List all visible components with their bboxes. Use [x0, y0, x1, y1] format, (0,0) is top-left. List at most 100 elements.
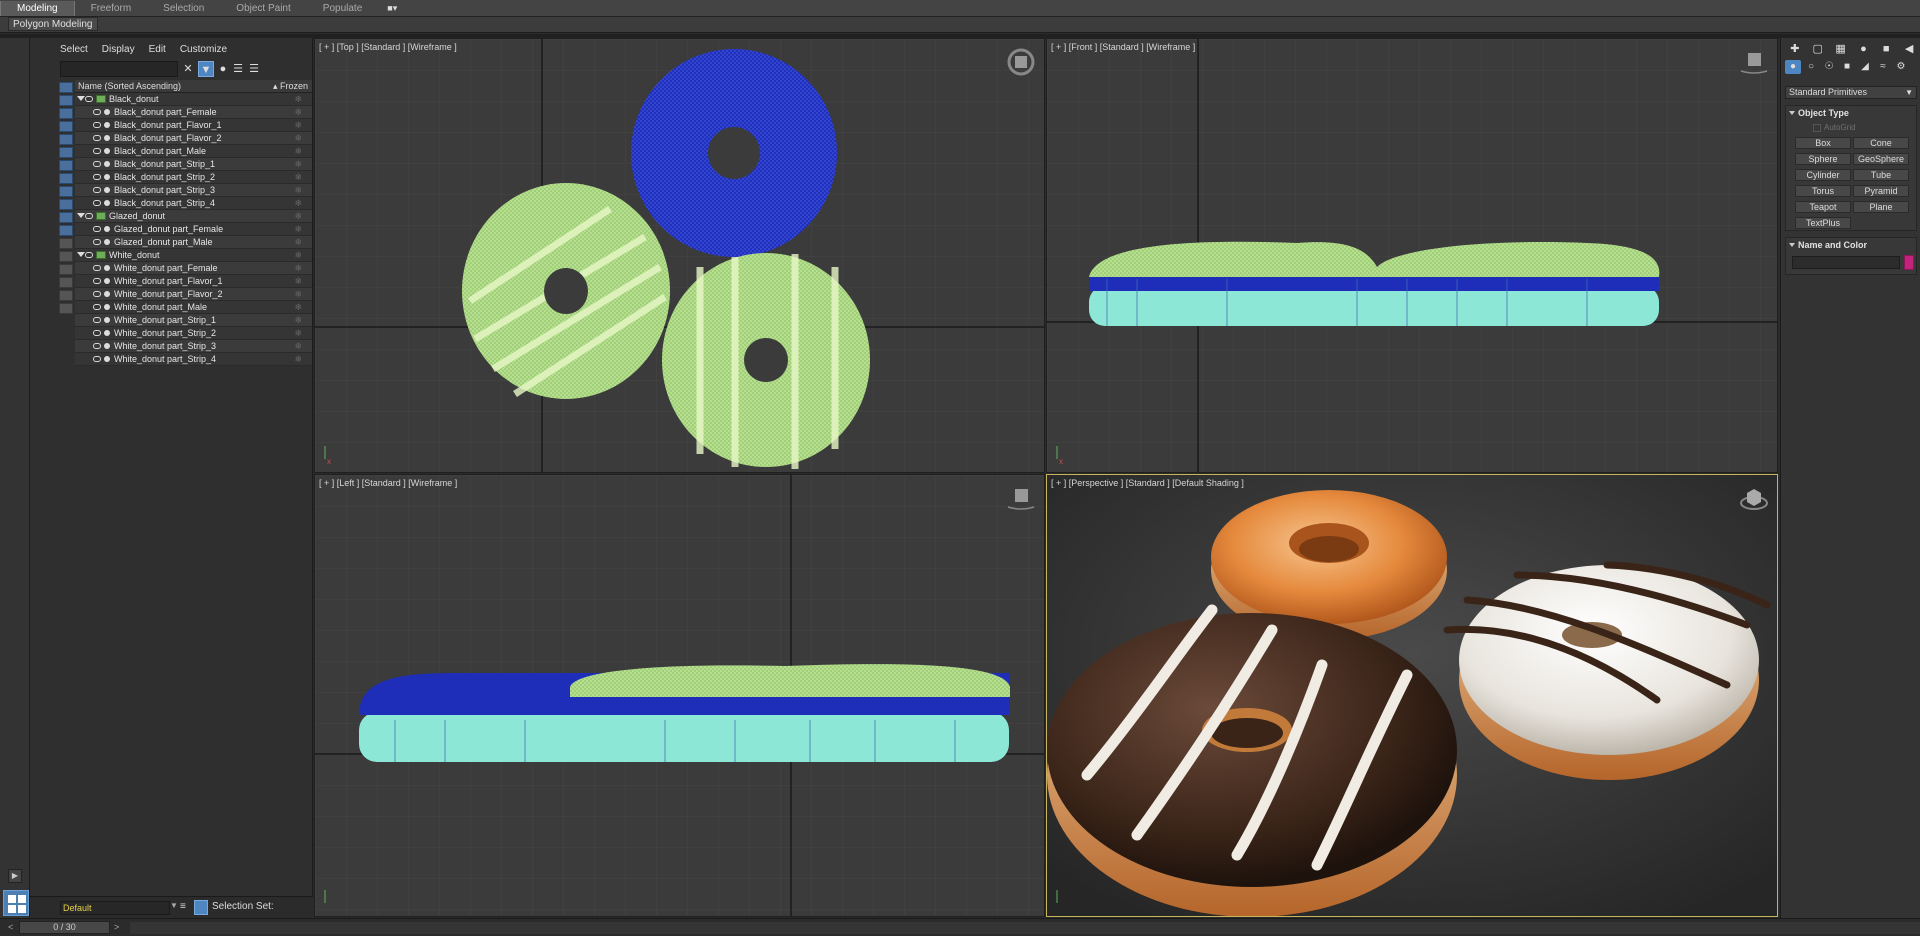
tree-child-row[interactable]: White_donut part_Strip_3 ❄ [75, 340, 312, 353]
layer-hierarchy-icon[interactable]: ☰ [246, 61, 262, 77]
freeze-toggle-icon[interactable]: ❄ [294, 172, 302, 183]
column-frozen-header[interactable]: ▴ Frozen [273, 80, 308, 93]
geosphere-button[interactable]: GeoSphere [1853, 153, 1909, 165]
tree-child-row[interactable]: Black_donut part_Flavor_2 ❄ [75, 132, 312, 145]
tree-child-row[interactable]: White_donut part_Strip_1 ❄ [75, 314, 312, 327]
freeze-toggle-icon[interactable]: ❄ [294, 250, 302, 261]
tree-child-row[interactable]: White_donut part_Male ❄ [75, 301, 312, 314]
viewport-front[interactable]: [ + ] [Front ] [Standard ] [Wireframe ] … [1046, 38, 1778, 473]
tree-group-row[interactable]: White_donut ❄ [75, 249, 312, 262]
helpers-category-icon[interactable]: ◢ [1857, 60, 1873, 74]
freeze-toggle-icon[interactable]: ❄ [294, 237, 302, 248]
tree-child-row[interactable]: Black_donut part_Strip_2 ❄ [75, 171, 312, 184]
menu-customize[interactable]: Customize [180, 44, 227, 58]
freeze-toggle-icon[interactable]: ❄ [294, 289, 302, 300]
explorer-column-header[interactable]: Name (Sorted Ascending) ▴ Frozen [75, 80, 312, 93]
plane-button[interactable]: Plane [1853, 201, 1909, 213]
clear-search-icon[interactable]: ✕ [180, 61, 196, 77]
filter-hidden-icon[interactable] [59, 225, 73, 236]
viewport-perspective-label[interactable]: [ + ] [Perspective ] [Standard ] [Defaul… [1051, 478, 1244, 488]
tree-child-row[interactable]: Glazed_donut part_Female ❄ [75, 223, 312, 236]
freeze-toggle-icon[interactable]: ❄ [294, 107, 302, 118]
polygon-modeling-button[interactable]: Polygon Modeling [8, 17, 98, 31]
lock-icon[interactable]: ● [215, 61, 231, 77]
visibility-eye-icon[interactable] [93, 304, 101, 310]
visibility-eye-icon[interactable] [93, 265, 101, 271]
torus-button[interactable]: Torus [1795, 185, 1851, 197]
selection-set-icon[interactable] [194, 900, 208, 915]
cylinder-button[interactable]: Cylinder [1795, 169, 1851, 181]
tree-child-row[interactable]: Black_donut part_Strip_3 ❄ [75, 184, 312, 197]
filter-geometry-icon[interactable] [59, 82, 73, 93]
expand-triangle-icon[interactable] [77, 252, 85, 257]
freeze-toggle-icon[interactable]: ❄ [294, 146, 302, 157]
freeze-toggle-icon[interactable]: ❄ [294, 94, 302, 105]
viewcube-perspective-icon[interactable] [1739, 483, 1769, 513]
hierarchy-icon[interactable]: ☰ [230, 61, 246, 77]
object-name-field[interactable] [1792, 256, 1900, 269]
filter-helpers-icon[interactable] [59, 134, 73, 145]
invert-display-icon[interactable] [59, 264, 73, 275]
menu-select[interactable]: Select [60, 44, 88, 58]
visibility-eye-icon[interactable] [93, 148, 101, 154]
modify-tab-icon[interactable]: ▢ [1808, 42, 1828, 56]
visibility-eye-icon[interactable] [93, 135, 101, 141]
tree-child-row[interactable]: Glazed_donut part_Male ❄ [75, 236, 312, 249]
cameras-category-icon[interactable]: ■ [1839, 60, 1855, 74]
viewport-front-label[interactable]: [ + ] [Front ] [Standard ] [Wireframe ] [1051, 42, 1195, 52]
column-name-header[interactable]: Name (Sorted Ascending) [78, 80, 181, 93]
visibility-eye-icon[interactable] [93, 226, 101, 232]
filter-icon[interactable]: ▼ [198, 61, 214, 77]
object-type-header[interactable]: Object Type [1786, 106, 1916, 120]
freeze-toggle-icon[interactable]: ❄ [294, 354, 302, 365]
shapes-category-icon[interactable]: ○ [1803, 60, 1819, 74]
filter-funnel-icon[interactable] [59, 277, 73, 288]
create-tab-icon[interactable]: ✚ [1785, 42, 1805, 56]
tab-selection[interactable]: Selection [147, 1, 220, 16]
freeze-toggle-icon[interactable]: ❄ [294, 263, 302, 274]
tree-child-row[interactable]: White_donut part_Flavor_2 ❄ [75, 288, 312, 301]
time-slider[interactable]: 0 / 30 [19, 921, 110, 934]
menu-display[interactable]: Display [102, 44, 135, 58]
explorer-options-icon[interactable] [59, 303, 73, 314]
freeze-toggle-icon[interactable]: ❄ [294, 315, 302, 326]
visibility-eye-icon[interactable] [93, 174, 101, 180]
motion-tab-icon[interactable]: ● [1853, 42, 1873, 56]
viewport-top[interactable]: [ + ] [Top ] [Standard ] [Wireframe ] x [314, 38, 1045, 473]
layer-dropdown[interactable]: Default [60, 901, 170, 915]
filter-groups-icon[interactable] [59, 160, 73, 171]
visibility-eye-icon[interactable] [85, 252, 93, 258]
freeze-toggle-icon[interactable]: ❄ [294, 276, 302, 287]
teapot-button[interactable]: Teapot [1795, 201, 1851, 213]
freeze-toggle-icon[interactable]: ❄ [294, 211, 302, 222]
freeze-toggle-icon[interactable]: ❄ [294, 302, 302, 313]
tab-modeling[interactable]: Modeling [0, 0, 75, 16]
viewport-perspective[interactable]: [ + ] [Perspective ] [Standard ] [Defaul… [1046, 474, 1778, 917]
chevron-down-icon[interactable]: ▼ [170, 901, 178, 915]
viewcube-front-icon[interactable] [1739, 47, 1769, 77]
tab-freeform[interactable]: Freeform [75, 1, 148, 16]
tree-group-row[interactable]: Black_donut ❄ [75, 93, 312, 106]
tree-child-row[interactable]: Black_donut part_Male ❄ [75, 145, 312, 158]
ribbon-options-icon[interactable]: ■▾ [382, 2, 402, 15]
freeze-toggle-icon[interactable]: ❄ [294, 159, 302, 170]
viewcube-left-icon[interactable] [1006, 483, 1036, 513]
display-all-icon[interactable] [59, 238, 73, 249]
utilities-tab-icon[interactable]: ◀ [1899, 42, 1919, 56]
viewport-layout-icon[interactable] [3, 890, 29, 916]
tree-child-row[interactable]: Black_donut part_Strip_1 ❄ [75, 158, 312, 171]
filter-lights-icon[interactable] [59, 108, 73, 119]
visibility-eye-icon[interactable] [93, 330, 101, 336]
visibility-eye-icon[interactable] [93, 343, 101, 349]
visibility-eye-icon[interactable] [85, 213, 93, 219]
cone-button[interactable]: Cone [1853, 137, 1909, 149]
chevron-right-icon[interactable]: > [114, 922, 124, 933]
primitive-type-dropdown[interactable]: Standard Primitives ▼ [1785, 86, 1917, 99]
display-none-icon[interactable] [59, 251, 73, 262]
filter-containers-icon[interactable] [59, 199, 73, 210]
visibility-eye-icon[interactable] [85, 96, 93, 102]
tube-button[interactable]: Tube [1853, 169, 1909, 181]
visibility-eye-icon[interactable] [93, 122, 101, 128]
tree-child-row[interactable]: Black_donut part_Flavor_1 ❄ [75, 119, 312, 132]
find-icon[interactable] [59, 290, 73, 301]
